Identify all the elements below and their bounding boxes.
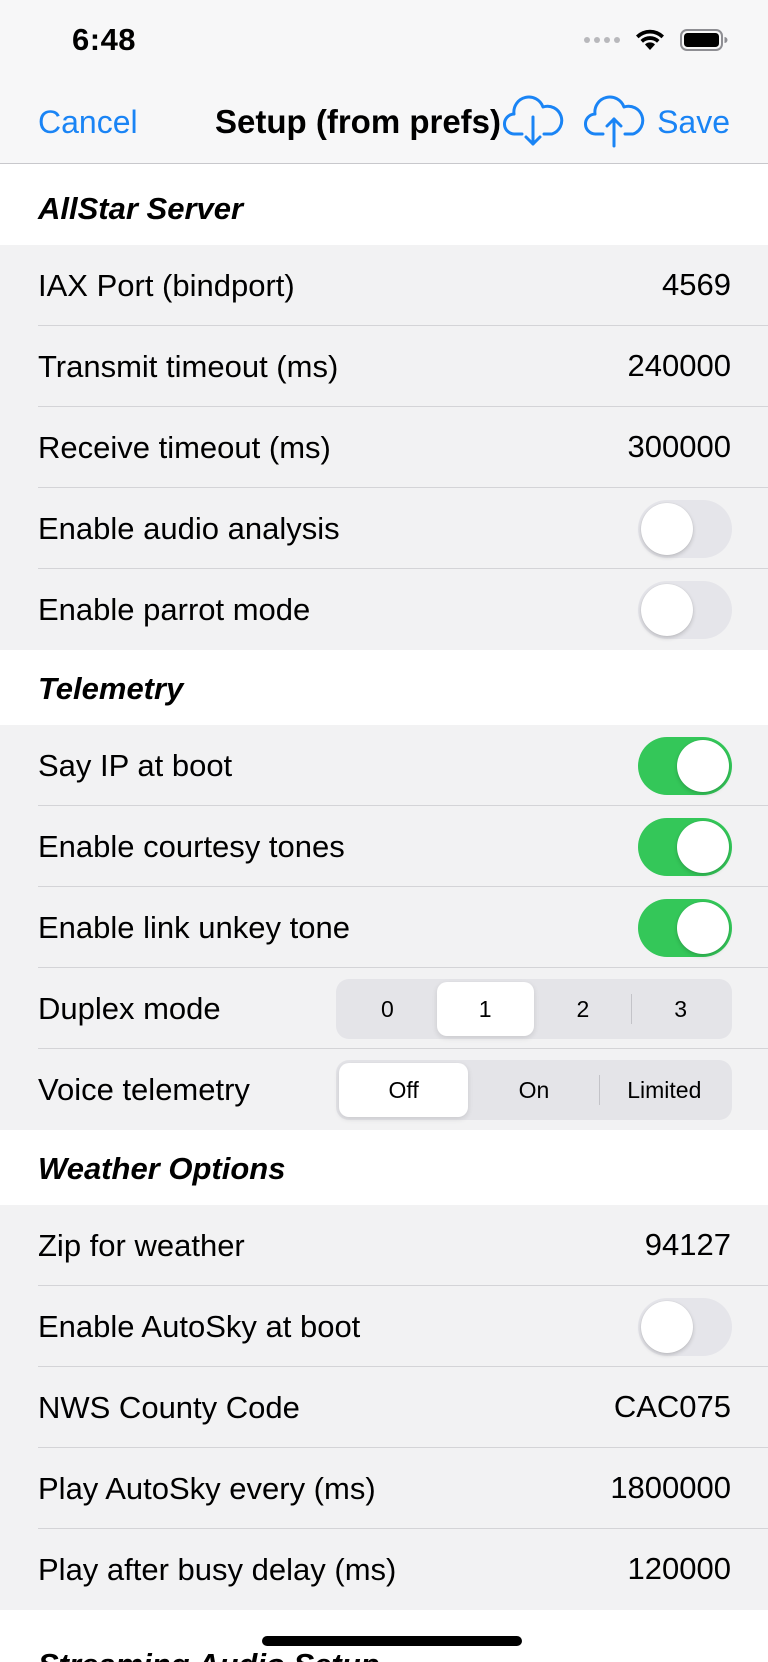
segment-option[interactable]: 0: [339, 982, 436, 1036]
parrot-mode-toggle[interactable]: [638, 581, 732, 639]
nws-county-row[interactable]: NWS County Code CAC075: [0, 1367, 768, 1448]
transmit-timeout-row[interactable]: Transmit timeout (ms) 240000: [0, 326, 768, 407]
row-label: Enable AutoSky at boot: [38, 1309, 361, 1344]
row-label: Receive timeout (ms): [38, 430, 331, 465]
row-label: Say IP at boot: [38, 748, 233, 783]
segment-option[interactable]: 1: [436, 982, 534, 1036]
toggle-knob: [641, 584, 693, 636]
toggle-knob: [677, 902, 729, 954]
cellular-signal-icon: [584, 37, 620, 43]
section-group-telemetry: Say IP at boot Enable courtesy tones Ena…: [0, 725, 768, 1130]
page-title: Setup (from prefs): [215, 103, 502, 140]
busy-delay-row[interactable]: Play after busy delay (ms) 120000: [0, 1529, 768, 1610]
section-header-telemetry: Telemetry: [0, 650, 768, 725]
play-autosky-every-row[interactable]: Play AutoSky every (ms) 1800000: [0, 1448, 768, 1529]
settings-list[interactable]: AllStar Server IAX Port (bindport) 4569 …: [0, 165, 768, 1662]
link-unkey-row: Enable link unkey tone: [0, 887, 768, 968]
segment-option[interactable]: Off: [339, 1063, 469, 1117]
iax-port-row[interactable]: IAX Port (bindport) 4569: [0, 245, 768, 326]
row-label: Enable audio analysis: [38, 511, 340, 546]
segment-option[interactable]: Limited: [600, 1063, 729, 1117]
duplex-mode-segmented-control[interactable]: 0123: [336, 979, 732, 1039]
toggle-knob: [641, 503, 693, 555]
section-group-weather: Zip for weather 94127 Enable AutoSky at …: [0, 1205, 768, 1610]
parrot-mode-row: Enable parrot mode: [0, 569, 768, 650]
section-title: Streaming Audio Setup: [38, 1647, 380, 1662]
cloud-upload-icon[interactable]: [583, 92, 645, 150]
row-label: Duplex mode: [38, 991, 221, 1026]
busy-delay-value[interactable]: 120000: [628, 1551, 731, 1587]
receive-timeout-value[interactable]: 300000: [628, 429, 731, 465]
section-header-allstar: AllStar Server: [0, 165, 768, 245]
cloud-download-icon[interactable]: [502, 92, 564, 150]
zip-weather-value[interactable]: 94127: [645, 1227, 731, 1263]
section-group-allstar: IAX Port (bindport) 4569 Transmit timeou…: [0, 245, 768, 650]
section-title: Telemetry: [38, 671, 184, 706]
audio-analysis-toggle[interactable]: [638, 500, 732, 558]
row-label: Enable link unkey tone: [38, 910, 350, 945]
zip-weather-row[interactable]: Zip for weather 94127: [0, 1205, 768, 1286]
link-unkey-toggle[interactable]: [638, 899, 732, 957]
row-label: Transmit timeout (ms): [38, 349, 339, 384]
segment-option[interactable]: On: [469, 1063, 598, 1117]
transmit-timeout-value[interactable]: 240000: [628, 348, 731, 384]
status-time: 6:48: [72, 22, 137, 57]
autosky-boot-row: Enable AutoSky at boot: [0, 1286, 768, 1367]
row-label: Enable courtesy tones: [38, 829, 345, 864]
courtesy-tones-toggle[interactable]: [638, 818, 732, 876]
play-autosky-every-value[interactable]: 1800000: [610, 1470, 731, 1506]
wifi-icon: [636, 29, 664, 50]
row-label: Zip for weather: [38, 1228, 245, 1263]
segment-option[interactable]: 2: [535, 982, 632, 1036]
navigation-bar: Cancel Setup (from prefs) Save: [0, 84, 768, 164]
battery-icon: [680, 29, 728, 51]
audio-analysis-row: Enable audio analysis: [0, 488, 768, 569]
row-label: Play after busy delay (ms): [38, 1552, 397, 1587]
row-label: IAX Port (bindport): [38, 268, 295, 303]
voice-telemetry-row: Voice telemetry Off On Limited: [0, 1049, 768, 1130]
home-indicator[interactable]: [262, 1636, 522, 1646]
toggle-knob: [641, 1301, 693, 1353]
section-title: Weather Options: [38, 1151, 286, 1186]
status-icons: [584, 28, 728, 52]
status-bar: 6:48: [0, 0, 768, 84]
iax-port-value[interactable]: 4569: [662, 267, 731, 303]
row-label: NWS County Code: [38, 1390, 300, 1425]
row-label: Enable parrot mode: [38, 592, 311, 627]
save-button[interactable]: Save: [657, 104, 730, 141]
autosky-boot-toggle[interactable]: [638, 1298, 732, 1356]
segment-option[interactable]: 3: [632, 982, 729, 1036]
say-ip-toggle[interactable]: [638, 737, 732, 795]
section-title: AllStar Server: [38, 191, 244, 226]
section-header-weather: Weather Options: [0, 1130, 768, 1205]
toggle-knob: [677, 740, 729, 792]
receive-timeout-row[interactable]: Receive timeout (ms) 300000: [0, 407, 768, 488]
row-label: Voice telemetry: [38, 1072, 250, 1107]
cancel-button[interactable]: Cancel: [38, 104, 138, 141]
voice-telemetry-segmented-control[interactable]: Off On Limited: [336, 1060, 732, 1120]
row-label: Play AutoSky every (ms): [38, 1471, 376, 1506]
duplex-mode-row: Duplex mode 0123: [0, 968, 768, 1049]
say-ip-row: Say IP at boot: [0, 725, 768, 806]
courtesy-tones-row: Enable courtesy tones: [0, 806, 768, 887]
nws-county-value[interactable]: CAC075: [614, 1389, 731, 1425]
toggle-knob: [677, 821, 729, 873]
